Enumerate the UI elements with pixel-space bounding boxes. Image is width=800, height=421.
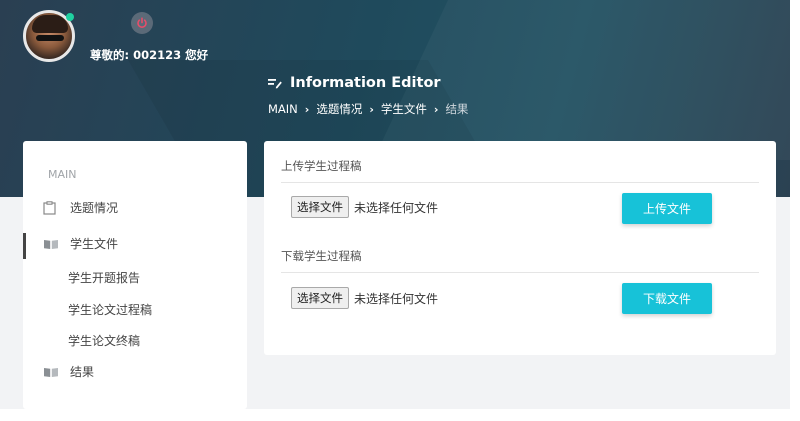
edit-list-icon	[268, 77, 282, 89]
chevron-right-icon: ›	[433, 102, 439, 116]
book-icon	[43, 365, 59, 379]
sidebar-item-result[interactable]: 结果	[43, 363, 94, 380]
sidebar-item-label: 结果	[70, 365, 95, 379]
breadcrumb: MAIN › 选题情况 › 学生文件 › 结果	[268, 101, 468, 117]
sidebar-subitem-proposal-report[interactable]: 学生开题报告	[68, 269, 140, 286]
book-icon	[43, 237, 59, 251]
user-greeting: 尊敬的: 002123 您好	[90, 48, 209, 62]
section-divider	[281, 272, 759, 273]
sidebar-item-label: 学生文件	[70, 237, 119, 251]
upload-no-file-text: 未选择任何文件	[354, 200, 439, 215]
clipboard-icon	[43, 200, 59, 215]
upload-file-button[interactable]: 上传文件	[622, 193, 712, 224]
breadcrumb-item-result: 结果	[445, 102, 469, 116]
upload-section-title: 上传学生过程稿	[281, 159, 362, 173]
upload-file-input: 选择文件 未选择任何文件	[291, 196, 438, 218]
sidebar-item-student-files[interactable]: 学生文件	[43, 235, 118, 252]
page-title: Information Editor	[268, 75, 441, 91]
download-no-file-text: 未选择任何文件	[354, 291, 439, 306]
download-file-input: 选择文件 未选择任何文件	[291, 287, 438, 309]
chevron-right-icon: ›	[369, 102, 374, 116]
power-icon	[137, 17, 147, 28]
download-choose-file-button[interactable]: 选择文件	[291, 287, 349, 309]
sidebar-subitem-thesis-draft[interactable]: 学生论文过程稿	[68, 301, 152, 318]
avatar-glasses	[36, 35, 64, 41]
logout-button[interactable]	[131, 12, 153, 34]
sidebar-subitem-thesis-final[interactable]: 学生论文终稿	[68, 332, 140, 349]
online-status-indicator	[66, 13, 74, 21]
avatar-hair	[32, 15, 68, 33]
breadcrumb-item-topic[interactable]: 选题情况	[316, 101, 362, 117]
sidebar-item-label: 选题情况	[70, 201, 119, 215]
sidebar-item-topic[interactable]: 选题情况	[43, 199, 118, 216]
download-section-title: 下载学生过程稿	[281, 249, 362, 263]
file-panel: 上传学生过程稿 选择文件 未选择任何文件 上传文件 下载学生过程稿 选择文件 未…	[264, 141, 776, 355]
upload-choose-file-button[interactable]: 选择文件	[291, 196, 349, 218]
chevron-right-icon: ›	[304, 102, 310, 116]
sidebar: MAIN 选题情况 学生文件 学生开题报告 学生论文过程稿 学生论文终稿 结果	[23, 141, 247, 409]
section-divider	[281, 182, 759, 183]
active-indicator	[23, 233, 26, 259]
sidebar-section-label: MAIN	[48, 168, 77, 181]
download-file-button[interactable]: 下载文件	[622, 283, 712, 314]
page-title-text: Information Editor	[290, 75, 441, 91]
breadcrumb-item-student-files[interactable]: 学生文件	[381, 101, 427, 117]
breadcrumb-item-main[interactable]: MAIN	[268, 102, 298, 116]
